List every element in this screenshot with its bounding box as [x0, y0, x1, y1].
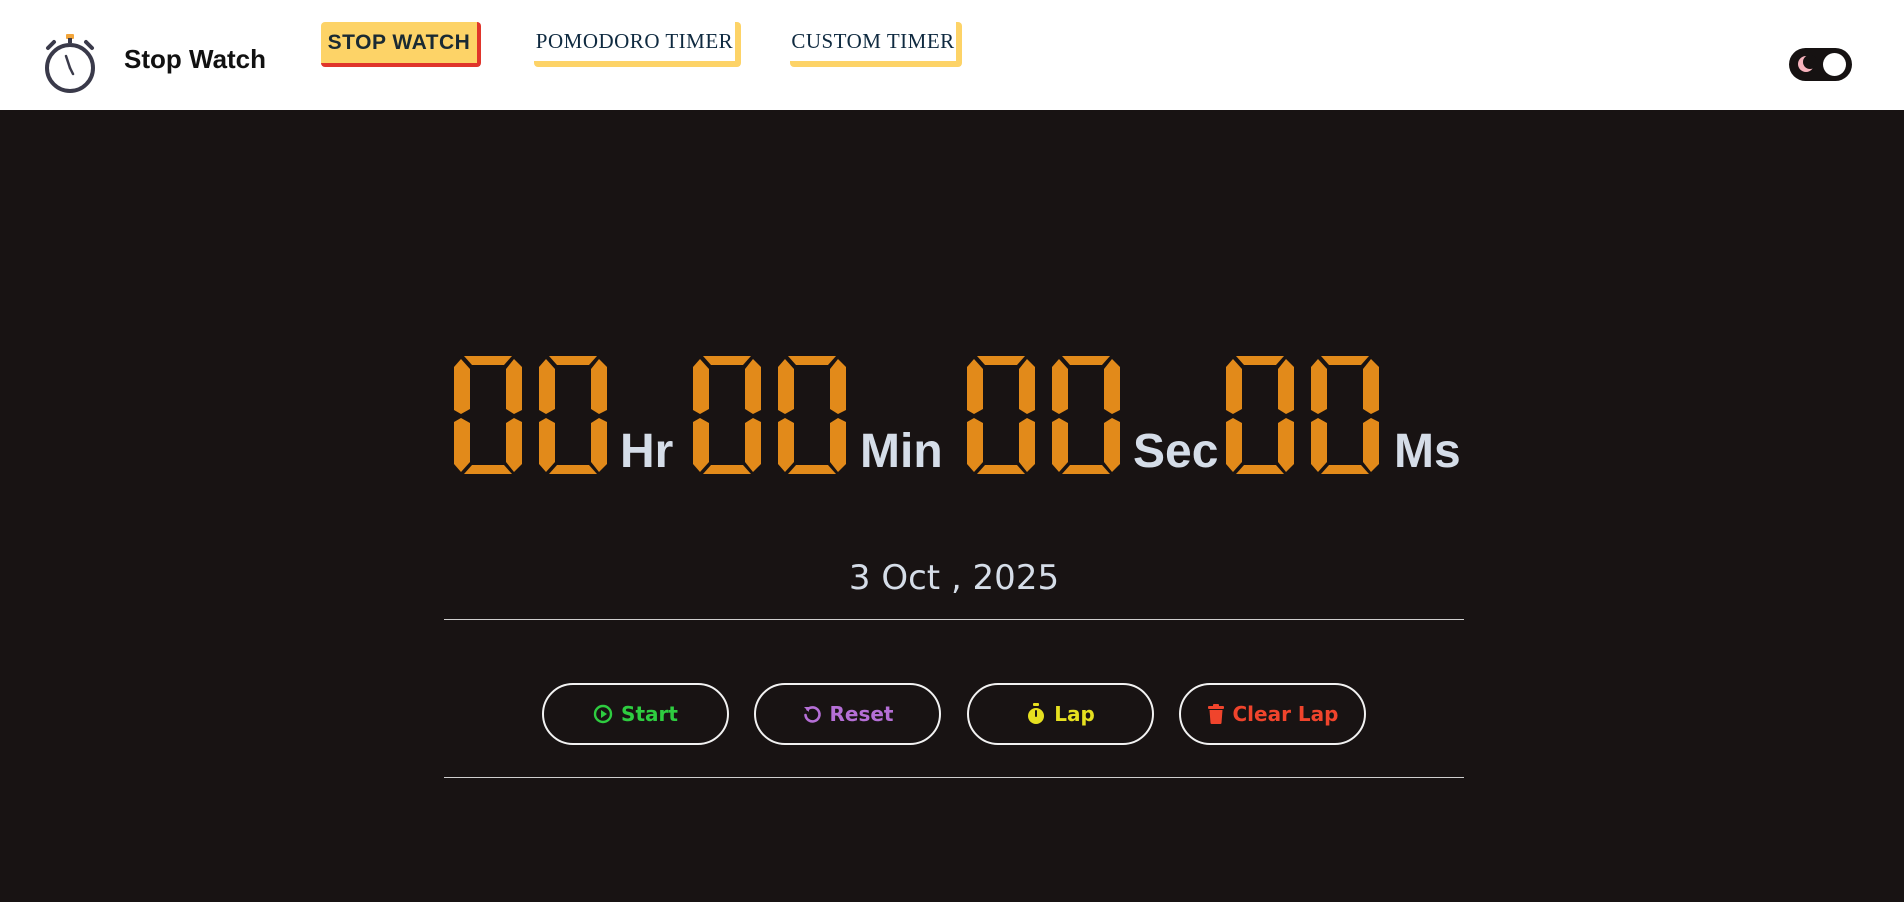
play-circle-icon — [593, 704, 613, 724]
digit-segment-c — [591, 418, 607, 472]
reset-button[interactable]: Reset — [754, 683, 941, 745]
digit-segment-a — [703, 356, 751, 365]
minutes-unit-label: Min — [860, 425, 943, 478]
digit-segment-b — [1019, 359, 1035, 414]
digit-segment-b — [591, 359, 607, 414]
digit-segment-e — [454, 418, 470, 472]
ms-unit-label: Ms — [1394, 425, 1461, 478]
digit-segment-a — [1236, 356, 1284, 365]
divider-bottom — [444, 777, 1464, 778]
digit-segment-c — [1363, 418, 1379, 472]
digit-segment-f — [539, 359, 555, 414]
tab-pomodoro-timer[interactable]: POMODORO TIMER — [534, 22, 741, 67]
hours-digit-1 — [454, 356, 522, 474]
seconds-digit-1 — [967, 356, 1035, 474]
digit-segment-e — [693, 418, 709, 472]
digit-segment-b — [745, 359, 761, 414]
trash-icon — [1207, 704, 1224, 724]
digit-segment-c — [745, 418, 761, 472]
digit-segment-d — [1321, 465, 1369, 474]
digit-segment-b — [830, 359, 846, 414]
digit-segment-e — [778, 418, 794, 472]
tab-stop-watch[interactable]: STOP WATCH — [321, 22, 481, 67]
digit-segment-f — [454, 359, 470, 414]
digit-segment-d — [1062, 465, 1110, 474]
digit-segment-a — [788, 356, 836, 365]
stopwatch-icon — [45, 34, 95, 93]
digit-segment-f — [1226, 359, 1242, 414]
digit-segment-f — [967, 359, 983, 414]
start-button[interactable]: Start — [542, 683, 729, 745]
digit-segment-a — [1321, 356, 1369, 365]
digit-segment-f — [1052, 359, 1068, 414]
current-date: 3 Oct , 2025 — [848, 558, 1060, 598]
digit-segment-e — [539, 418, 555, 472]
minutes-digit-1 — [693, 356, 761, 474]
digit-segment-d — [549, 465, 597, 474]
ms-digit-2 — [1311, 356, 1379, 474]
digit-segment-c — [1278, 418, 1294, 472]
digit-segment-b — [1104, 359, 1120, 414]
seconds-digit-2 — [1052, 356, 1120, 474]
digit-segment-d — [977, 465, 1025, 474]
toggle-knob — [1823, 53, 1846, 76]
digit-segment-a — [977, 356, 1025, 365]
clear-lap-button-label: Clear Lap — [1232, 702, 1339, 726]
digit-segment-f — [778, 359, 794, 414]
digit-segment-e — [1311, 418, 1327, 472]
stopwatch-icon — [1028, 703, 1045, 724]
lap-button[interactable]: Lap — [967, 683, 1154, 745]
digit-segment-d — [788, 465, 836, 474]
seconds-unit-label: Sec — [1133, 425, 1219, 478]
digit-segment-a — [464, 356, 512, 365]
digit-segment-a — [1062, 356, 1110, 365]
digit-segment-f — [693, 359, 709, 414]
digit-segment-d — [464, 465, 512, 474]
digit-segment-c — [506, 418, 522, 472]
app-title: Stop Watch — [124, 44, 267, 74]
undo-icon — [803, 706, 821, 723]
reset-button-label: Reset — [829, 702, 894, 726]
digit-segment-c — [1104, 418, 1120, 472]
digit-segment-a — [549, 356, 597, 365]
lap-button-label: Lap — [1054, 702, 1095, 726]
digit-segment-c — [1019, 418, 1035, 472]
digit-segment-e — [967, 418, 983, 472]
moon-icon — [1798, 55, 1816, 72]
minutes-digit-2 — [778, 356, 846, 474]
hours-digit-2 — [539, 356, 607, 474]
clear-lap-button[interactable]: Clear Lap — [1179, 683, 1366, 745]
digit-segment-b — [1278, 359, 1294, 414]
divider-top — [444, 619, 1464, 620]
theme-toggle[interactable] — [1789, 48, 1852, 81]
digit-segment-c — [830, 418, 846, 472]
digit-segment-b — [506, 359, 522, 414]
digit-segment-b — [1363, 359, 1379, 414]
tab-custom-timer[interactable]: CUSTOM TIMER — [790, 22, 962, 67]
digit-segment-e — [1226, 418, 1242, 472]
app-header: Stop Watch STOP WATCH POMODORO TIMER CUS… — [0, 0, 1904, 110]
digit-segment-f — [1311, 359, 1327, 414]
ms-digit-1 — [1226, 356, 1294, 474]
digit-segment-e — [1052, 418, 1068, 472]
hours-unit-label: Hr — [620, 425, 674, 478]
digit-segment-d — [1236, 465, 1284, 474]
start-button-label: Start — [621, 702, 678, 726]
digit-segment-d — [703, 465, 751, 474]
